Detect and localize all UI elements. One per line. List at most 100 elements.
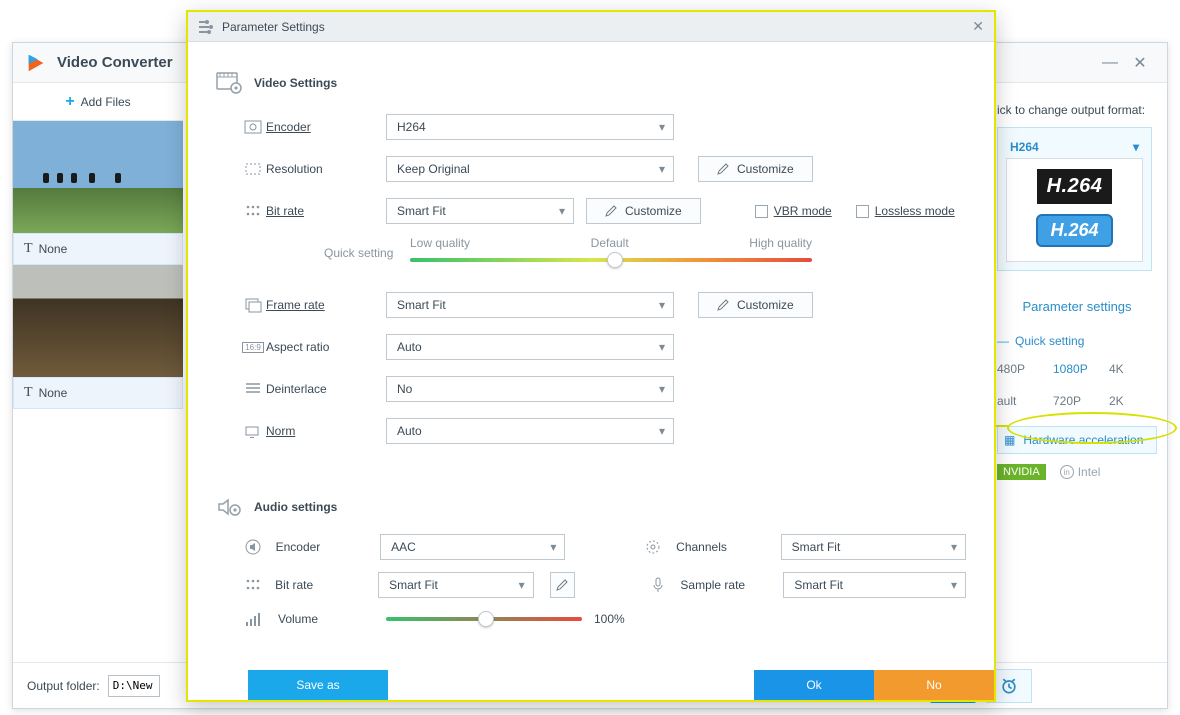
audio-bitrate-edit-button[interactable] [550, 572, 575, 598]
quick-setting-slider[interactable]: Quick setting Low quality Default High q… [324, 236, 966, 272]
pencil-icon [605, 205, 617, 217]
dialog-footer: Save as Ok No [188, 670, 994, 700]
aspect-label: Aspect ratio [266, 340, 362, 354]
quality-low-label: Low quality [410, 236, 470, 250]
chevron-down-icon: ▾ [951, 578, 957, 592]
gpu-row: NVIDIA in Intel [997, 464, 1157, 480]
pencil-icon [717, 299, 729, 311]
volume-bars-icon [244, 610, 262, 628]
chevron-down-icon: ▾ [659, 340, 665, 354]
subtitle-value: None [39, 242, 68, 256]
encoder-icon [244, 118, 262, 136]
volume-label: Volume [278, 612, 374, 626]
slider-knob[interactable] [607, 252, 623, 268]
res-preset[interactable]: ault [997, 394, 1045, 408]
chevron-down-icon: ▾ [1133, 140, 1139, 154]
output-folder-input[interactable] [108, 675, 160, 697]
right-panel: ick to change output format: H264 ▾ H.26… [997, 83, 1167, 480]
encoder-select[interactable]: H264▾ [386, 114, 674, 140]
channels-select[interactable]: Smart Fit▾ [781, 534, 966, 560]
vbr-mode-checkbox[interactable]: VBR mode [755, 204, 832, 218]
plus-icon: + [65, 93, 74, 111]
audio-gear-icon [216, 496, 242, 518]
resolution-select[interactable]: Keep Original▾ [386, 156, 674, 182]
h264-logo: H.264 [1037, 169, 1113, 204]
parameter-settings-link[interactable]: Parameter settings [997, 299, 1157, 314]
chip-icon: ▦ [1004, 433, 1015, 447]
bitrate-icon [244, 202, 262, 220]
slider-knob[interactable] [478, 611, 494, 627]
deinterlace-icon [244, 380, 262, 398]
quality-high-label: High quality [749, 236, 812, 250]
left-panel: + Add Files T None T None [13, 83, 183, 409]
chevron-down-icon: ▾ [659, 162, 665, 176]
norm-label: Norm [266, 424, 362, 438]
chevron-down-icon: ▾ [659, 424, 665, 438]
text-cursor-icon: T [24, 241, 33, 257]
resolution-presets: 480P 1080P 4K ault 720P 2K [997, 362, 1157, 408]
customize-bitrate-button[interactable]: Customize [586, 198, 701, 224]
res-preset[interactable]: 720P [1053, 394, 1101, 408]
output-format-panel[interactable]: H264 ▾ H.264 H.264 [997, 127, 1152, 271]
res-preset[interactable]: 1080P [1053, 362, 1101, 376]
right-hint: ick to change output format: [997, 103, 1157, 117]
volume-slider[interactable] [386, 617, 582, 621]
norm-select[interactable]: Auto▾ [386, 418, 674, 444]
text-cursor-icon: T [24, 385, 33, 401]
subtitle-row[interactable]: T None [13, 233, 183, 265]
framerate-select[interactable]: Smart Fit▾ [386, 292, 674, 318]
h264-tag: H.264 [1036, 214, 1112, 247]
channels-icon [644, 538, 662, 556]
video-thumbnail[interactable] [13, 265, 183, 377]
ok-button[interactable]: Ok [754, 670, 874, 700]
chevron-down-icon: ▾ [951, 540, 957, 554]
aspect-select[interactable]: Auto▾ [386, 334, 674, 360]
output-folder-label: Output folder: [27, 679, 100, 693]
lossless-mode-checkbox[interactable]: Lossless mode [856, 204, 955, 218]
save-as-button[interactable]: Save as [248, 670, 388, 700]
deinterlace-label: Deinterlace [266, 382, 362, 396]
framerate-icon [244, 296, 262, 314]
channels-label: Channels [676, 540, 770, 554]
dialog-title: Parameter Settings [222, 20, 972, 34]
hardware-acceleration-toggle[interactable]: ▦ Hardware acceleration [997, 426, 1157, 454]
framerate-label: Frame rate [266, 298, 362, 312]
audio-encoder-label: Encoder [276, 540, 370, 554]
chevron-down-icon: ▾ [519, 578, 525, 592]
volume-value: 100% [594, 612, 625, 626]
aspect-ratio-icon: 16:9 [242, 342, 264, 353]
add-files-button[interactable]: + Add Files [13, 83, 183, 121]
add-files-label: Add Files [81, 95, 131, 109]
settings-icon [198, 19, 214, 35]
res-preset[interactable]: 480P [997, 362, 1045, 376]
res-preset[interactable]: 2K [1109, 394, 1157, 408]
minimize-button[interactable]: — [1095, 48, 1125, 78]
subtitle-value: None [39, 386, 68, 400]
resolution-label: Resolution [266, 162, 362, 176]
intel-badge: in Intel [1060, 465, 1101, 479]
norm-icon [244, 422, 262, 440]
audio-bitrate-label: Bit rate [275, 578, 368, 592]
close-button[interactable]: ✕ [1125, 48, 1155, 78]
deinterlace-select[interactable]: No▾ [386, 376, 674, 402]
customize-framerate-button[interactable]: Customize [698, 292, 813, 318]
pencil-icon [717, 163, 729, 175]
quick-setting-label: Quick setting [324, 246, 393, 260]
samplerate-select[interactable]: Smart Fit▾ [783, 572, 966, 598]
subtitle-row[interactable]: T None [13, 377, 183, 409]
dialog-close-button[interactable]: ✕ [972, 18, 984, 35]
speaker-icon [244, 538, 262, 556]
audio-bitrate-select[interactable]: Smart Fit▾ [378, 572, 534, 598]
chevron-down-icon: ▾ [659, 382, 665, 396]
chevron-down-icon: ▾ [550, 540, 556, 554]
res-preset[interactable]: 4K [1109, 362, 1157, 376]
audio-encoder-select[interactable]: AAC▾ [380, 534, 565, 560]
quick-setting-link[interactable]: —Quick setting [997, 334, 1157, 348]
no-button[interactable]: No [874, 670, 994, 700]
customize-resolution-button[interactable]: Customize [698, 156, 813, 182]
video-thumbnail[interactable] [13, 121, 183, 233]
bitrate-select[interactable]: Smart Fit▾ [386, 198, 574, 224]
chevron-down-icon: ▾ [659, 120, 665, 134]
microphone-icon [649, 576, 667, 594]
bitrate-icon [244, 576, 262, 594]
